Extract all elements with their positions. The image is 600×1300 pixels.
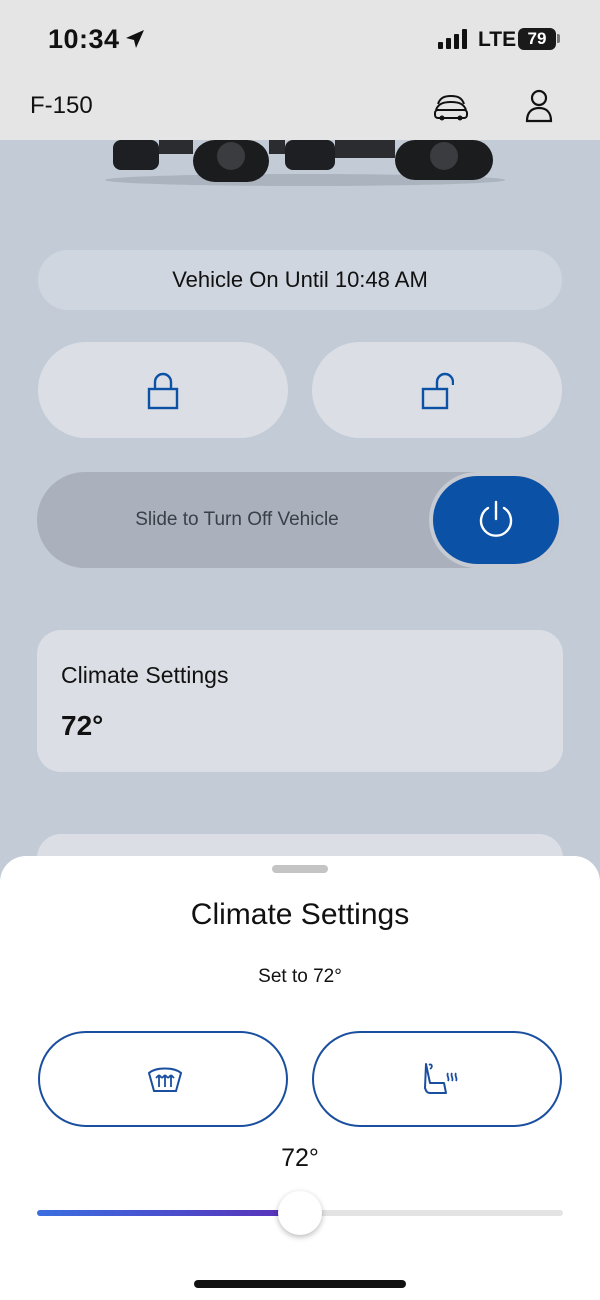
climate-settings-sheet: Climate Settings Set to 72° 72° [0,856,600,1300]
sheet-grabber[interactable] [272,865,328,873]
lock-button[interactable] [38,342,288,438]
climate-settings-card[interactable]: Climate Settings 72° [37,630,563,772]
heated-seat-button[interactable] [312,1031,562,1127]
temperature-value: 72° [281,1144,319,1172]
temperature-slider-thumb[interactable] [278,1191,322,1235]
status-bar: 10:34 LTE 79 [0,0,600,80]
temperature-slider-fill [37,1210,300,1216]
app-header: F-150 [0,80,600,140]
power-icon [479,500,513,537]
defrost-icon [147,1067,183,1092]
home-indicator [194,1280,406,1288]
slide-to-turn-off-slider[interactable]: Slide to Turn Off Vehicle [37,472,563,568]
temperature-slider-track[interactable] [37,1191,563,1235]
battery-icon: 79 [518,28,556,50]
sheet-title: Climate Settings [190,898,410,931]
lock-icon [147,372,179,410]
sheet-subtitle: Set to 72° [258,966,342,987]
location-arrow-icon [126,30,144,48]
climate-card-title: Climate Settings [61,662,229,688]
cellular-signal-icon [438,29,467,49]
truck-image [105,140,505,186]
car-switch-icon[interactable] [432,90,470,124]
climate-card-temperature: 72° [61,710,104,741]
status-time: 10:34 [48,24,120,54]
heated-seat-icon [424,1063,458,1094]
defrost-button[interactable] [38,1031,288,1127]
profile-icon[interactable] [524,88,554,124]
battery-tip [557,34,560,43]
vehicle-name: F-150 [30,92,93,119]
unlock-button[interactable] [312,342,562,438]
network-type: LTE [478,28,517,51]
slide-to-turn-off-label: Slide to Turn Off Vehicle [135,509,339,530]
unlock-icon [421,372,454,410]
power-slider-knob[interactable] [433,476,559,564]
vehicle-status-banner: Vehicle On Until 10:48 AM [38,250,562,310]
